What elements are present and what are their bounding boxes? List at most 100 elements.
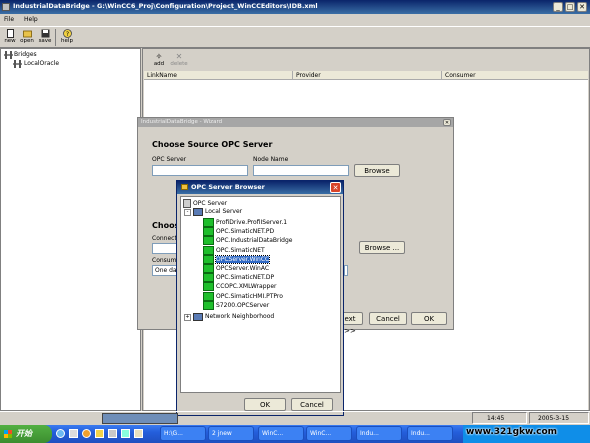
taskbar-window-button[interactable]: Indu... [407, 426, 453, 441]
opc-server-label: OPC.SimaticNET [216, 246, 265, 254]
consumer-dropdown[interactable] [344, 265, 348, 276]
opc-server-item[interactable]: OPC.SimaticHMI.PTPro [203, 291, 283, 301]
network-icon [193, 312, 203, 321]
opc-server-item[interactable]: ProfiDrive.ProfiIServer.1 [203, 218, 287, 227]
taskbar-window-button[interactable]: H:\G... [160, 426, 206, 441]
app-icon-1 [95, 429, 104, 438]
opc-server-label: OPC.IndustrialDataBridge [216, 237, 293, 245]
ime-toolbar[interactable] [102, 413, 178, 424]
opc-server-icon [203, 291, 214, 301]
opc-server-item[interactable]: OPCServer.WinAC [203, 264, 269, 273]
opc-server-label: OPC.SimaticNET.DP [216, 274, 275, 282]
quick-launch[interactable] [56, 428, 156, 440]
wizard-ok-button[interactable]: OK [411, 312, 447, 325]
app-icon-2 [108, 429, 117, 438]
windows-logo-icon [4, 430, 12, 438]
opc-server-icon [203, 227, 214, 237]
opc-server-item[interactable]: OPC.IndustrialDataBridge [203, 236, 293, 246]
column-header-provider[interactable]: Provider [293, 71, 442, 80]
opc-server-label: OPCServer.WinCC [214, 254, 271, 264]
main-window-title: IndustrialDataBridge - G:\WinCC6_Proj\Co… [13, 2, 318, 10]
status-time: 14:45 [487, 415, 505, 422]
opc-server-item[interactable]: OPC.SimaticNET.DP [203, 273, 275, 283]
network-label: Network Neighborhood [205, 313, 275, 320]
new-label: new [4, 38, 16, 44]
taskbar-window-label: Indu... [411, 430, 430, 437]
column-header-consumer[interactable]: Consumer [442, 71, 588, 80]
taskbar-window-button[interactable]: WinC... [306, 426, 352, 441]
column-header-linkname[interactable]: LinkName [144, 71, 293, 80]
tree-item-localoracle[interactable]: LocalOracle [24, 60, 59, 67]
opc-server-label: OPC Server [152, 156, 187, 163]
bridges-tree-pane[interactable]: Bridges LocalOracle [0, 48, 141, 411]
opc-server-icon [203, 245, 214, 255]
opc-server-label: OPCServer.WinAC [216, 265, 270, 272]
opc-server-icon [203, 273, 214, 283]
add-icon: ✧ [155, 52, 163, 61]
status-time-panel: 14:45 [472, 412, 527, 424]
taskbar-window-button[interactable]: Indu... [356, 426, 402, 441]
opc-server-item[interactable]: S7200.OPCServer [203, 300, 270, 310]
system-tray: www.321gkw.com [463, 425, 590, 443]
opc-server-icon [203, 264, 214, 273]
new-button[interactable]: new [1, 29, 19, 44]
opc-server-tree[interactable]: OPC Server - Local Server ProfiDrive.Pro… [180, 196, 341, 393]
menu-help[interactable]: Help [24, 16, 38, 23]
new-doc-icon [6, 29, 14, 38]
tree-item-network-neighborhood[interactable]: Network Neighborhood [193, 312, 274, 321]
opc-server-item[interactable]: CCOPC.XMLWrapper [203, 282, 277, 292]
media-icon [82, 429, 91, 438]
start-button[interactable]: 开始 [0, 425, 52, 443]
status-bar: 14:45 2005-3-15 [0, 411, 590, 425]
opc-server-field[interactable] [152, 165, 248, 176]
toolbar-separator [55, 29, 56, 46]
opc-server-icon [203, 218, 214, 227]
help-label: help [61, 38, 73, 44]
browser-title: OPC Server Browser [191, 183, 265, 191]
open-button[interactable]: open [18, 29, 36, 44]
save-button[interactable]: save [36, 29, 54, 44]
local-server-label: Local Server [205, 208, 243, 215]
node-name-field[interactable] [253, 165, 349, 176]
tree-root-bridges[interactable]: Bridges [14, 51, 37, 58]
save-icon [41, 29, 49, 38]
taskbar-window-label: H:\G... [164, 430, 183, 437]
desktop-icon [69, 429, 78, 438]
opc-server-label: S7200.OPCServer [216, 301, 270, 309]
expander-network-icon[interactable]: + [184, 314, 191, 321]
opc-server-label: OPC.SimaticHMI.PTPro [216, 292, 283, 300]
taskbar-window-button[interactable]: WinC... [258, 426, 304, 441]
close-button[interactable]: ✕ [577, 2, 587, 12]
browser-cancel-button[interactable]: Cancel [291, 398, 333, 411]
server-root-icon [183, 199, 191, 208]
delete-button[interactable]: ✕ delete [170, 52, 188, 67]
maximize-button[interactable]: □ [565, 2, 575, 12]
browse-server-button[interactable]: Browse [354, 164, 400, 177]
watermark: www.321gkw.com [466, 427, 558, 437]
opc-server-item[interactable]: OPCServer.WinCC [203, 254, 271, 264]
opc-server-icon [203, 236, 214, 246]
opc-server-label: ProfiDrive.ProfiIServer.1 [216, 219, 288, 226]
minimize-button[interactable]: _ [553, 2, 563, 12]
bridge-icon [4, 51, 13, 59]
open-label: open [20, 38, 34, 44]
expander-local-icon[interactable]: - [184, 209, 191, 216]
browser-close-button[interactable]: ✕ [330, 182, 341, 193]
opc-server-label: CCOPC.XMLWrapper [216, 283, 277, 291]
menu-bar: File Help [0, 15, 590, 25]
menu-file[interactable]: File [4, 16, 14, 23]
opc-server-item[interactable]: OPC.SimaticNET [203, 245, 265, 255]
tree-item-local-server[interactable]: Local Server [193, 207, 242, 216]
add-button[interactable]: ✧ add [150, 52, 168, 67]
opc-server-item[interactable]: OPC.SimaticNET.PD [203, 227, 275, 237]
ie-icon [56, 429, 65, 438]
opc-server-label: OPC.SimaticNET.PD [216, 228, 275, 236]
delete-label: delete [170, 61, 188, 67]
taskbar-window-button[interactable]: 2 jnew [208, 426, 254, 441]
browser-ok-button[interactable]: OK [244, 398, 286, 411]
browse-consumer-button[interactable]: Browse ... [359, 241, 405, 254]
taskbar-window-label: Indu... [360, 430, 379, 437]
wizard-close-button[interactable]: ✕ [443, 119, 451, 126]
wizard-cancel-button[interactable]: Cancel [369, 312, 407, 325]
help-button[interactable]: ? help [58, 29, 76, 44]
